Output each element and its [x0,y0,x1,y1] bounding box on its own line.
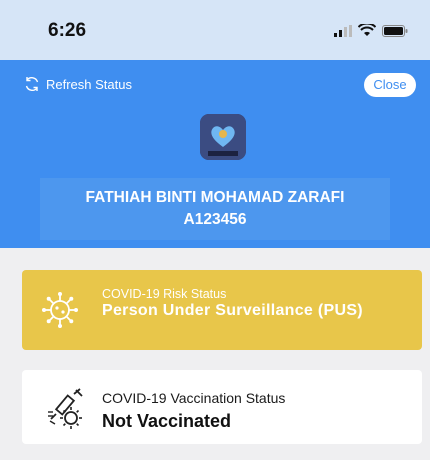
risk-status-value: Person Under Surveillance (PUS) [102,302,363,319]
wifi-icon [358,24,376,36]
mysejahtera-app-icon [200,114,246,160]
user-id: A123456 [183,211,247,228]
signal-icon [334,24,352,37]
refresh-status-button[interactable]: Refresh Status [24,76,132,92]
user-identity: FATHIAH BINTI MOHAMAD ZARAFI A123456 [40,178,390,240]
syringe-virus-icon [44,388,86,435]
header-panel: 6:26 Refresh Status Close FATHIAH BINTI … [0,0,430,248]
status-icons [334,24,408,37]
status-time: 6:26 [48,20,87,41]
refresh-icon [25,76,39,92]
vaccination-status-label: COVID-19 Vaccination Status [102,390,286,406]
battery-icon [382,24,408,37]
user-name: FATHIAH BINTI MOHAMAD ZARAFI [85,189,345,206]
refresh-status-label: Refresh Status [46,76,132,92]
status-bar: 6:26 [0,0,430,60]
risk-status-card: COVID-19 Risk Status Person Under Survei… [22,270,422,350]
vaccination-status-value: Not Vaccinated [102,411,232,431]
vaccination-status-card: COVID-19 Vaccination Status Not Vaccinat… [22,370,422,444]
virus-icon [40,290,80,335]
risk-status-label: COVID-19 Risk Status [102,287,227,301]
close-button[interactable]: Close [364,73,416,97]
